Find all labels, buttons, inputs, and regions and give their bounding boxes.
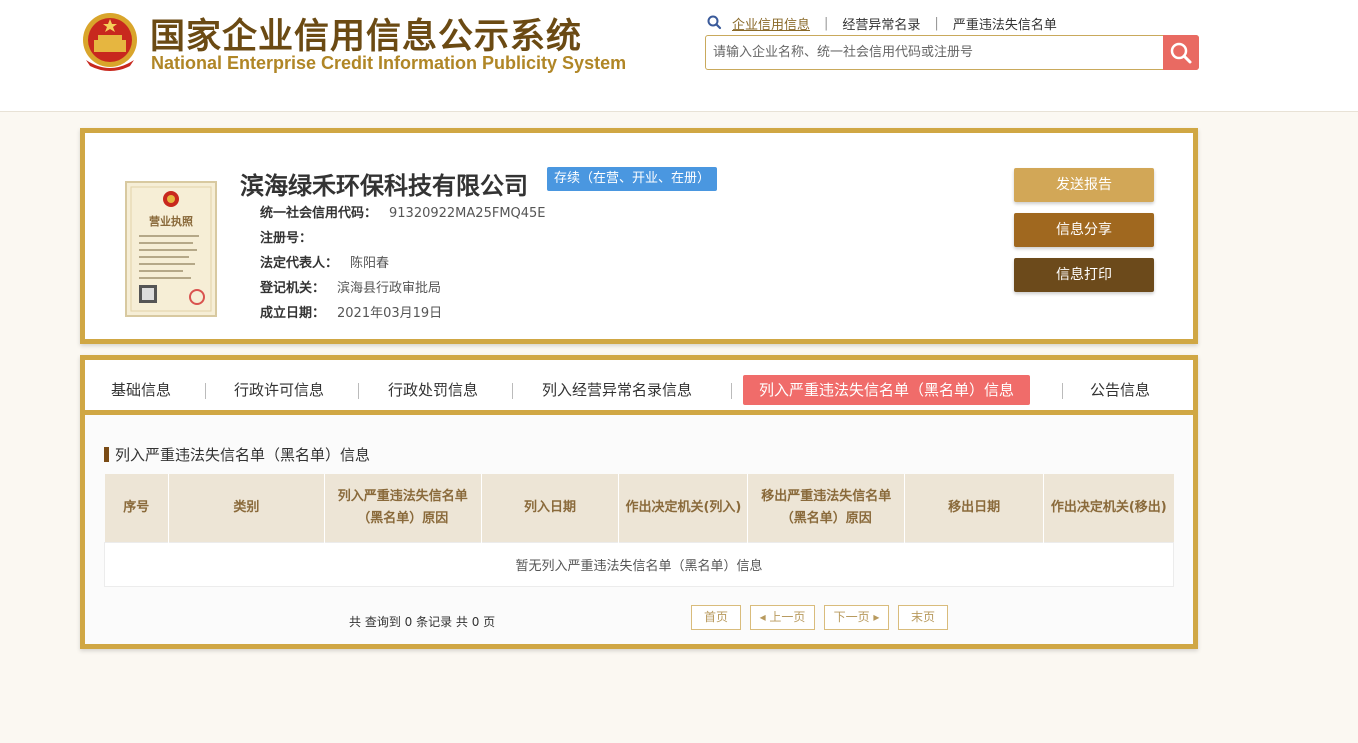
- site-header: 国家企业信用信息公示系统 National Enterprise Credit …: [0, 0, 1358, 112]
- tab-admin-penalty[interactable]: 行政处罚信息: [388, 375, 478, 405]
- top-links: 企业信用信息 | 经营异常名录 | 严重违法失信名单: [706, 13, 1057, 33]
- info-label: 登记机关：: [260, 281, 326, 296]
- info-row-reg-number: 注册号：: [260, 226, 546, 251]
- tab-divider: [731, 383, 732, 399]
- column-header: 作出决定机关(列入): [618, 474, 748, 542]
- info-row-founded: 成立日期： 2021年03月19日: [260, 301, 546, 326]
- search-box: [705, 35, 1199, 70]
- tab-divider: [205, 383, 206, 399]
- tabs-bar: 基础信息 行政许可信息 行政处罚信息 列入经营异常名录信息 列入严重违法失信名单…: [85, 360, 1193, 415]
- license-caption: 营业执照: [149, 214, 193, 228]
- tab-divider: [1062, 383, 1063, 399]
- tab-abnormal-list[interactable]: 列入经营异常名录信息: [542, 375, 692, 405]
- prev-page-button[interactable]: ◂ 上一页: [750, 605, 815, 630]
- blacklist-table: 序号 类别 列入严重违法失信名单（黑名单）原因 列入日期 作出决定机关(列入) …: [104, 474, 1174, 587]
- link-enterprise-credit[interactable]: 企业信用信息: [732, 14, 810, 33]
- search-icon: [1170, 42, 1192, 63]
- search-button[interactable]: [1163, 35, 1199, 70]
- info-value: 91320922MA25FMQ45E: [389, 206, 546, 221]
- column-header: 列入严重违法失信名单（黑名单）原因: [323, 474, 482, 542]
- first-page-button[interactable]: 首页: [691, 605, 741, 630]
- link-divider: |: [934, 15, 939, 31]
- link-abnormal-list[interactable]: 经营异常名录: [842, 14, 920, 33]
- site-title-cn: 国家企业信用信息公示系统: [150, 17, 583, 57]
- next-page-button[interactable]: 下一页 ▸: [824, 605, 889, 630]
- info-row-registry: 登记机关： 滨海县行政审批局: [260, 276, 546, 301]
- info-value: 2021年03月19日: [337, 306, 443, 321]
- search-icon: [707, 15, 722, 30]
- send-report-button[interactable]: 发送报告: [1014, 168, 1154, 202]
- link-divider: |: [824, 15, 829, 31]
- column-header: 作出决定机关(移出): [1043, 474, 1174, 542]
- tab-basic-info[interactable]: 基础信息: [111, 375, 171, 405]
- link-blacklist[interactable]: 严重违法失信名单: [953, 14, 1057, 33]
- table-row: 暂无列入严重违法失信名单（黑名单）信息: [104, 541, 1174, 587]
- info-row-credit-code: 统一社会信用代码： 91320922MA25FMQ45E: [260, 201, 546, 226]
- info-label: 统一社会信用代码：: [260, 206, 378, 221]
- print-info-button[interactable]: 信息打印: [1014, 258, 1154, 292]
- share-info-button[interactable]: 信息分享: [1014, 213, 1154, 247]
- business-license-image: 营业执照: [125, 181, 217, 317]
- tab-divider: [358, 383, 359, 399]
- next-page-label: 下一页: [833, 610, 870, 624]
- company-info-list: 统一社会信用代码： 91320922MA25FMQ45E 注册号： 法定代表人： 陈…: [260, 201, 546, 326]
- table-header-row: 序号 类别 列入严重违法失信名单（黑名单）原因 列入日期 作出决定机关(列入) …: [104, 474, 1174, 542]
- national-emblem-icon: [83, 13, 137, 71]
- tab-admin-license[interactable]: 行政许可信息: [234, 375, 324, 405]
- pager-info: 共 查询到 0 条记录 共 0 页: [349, 615, 496, 629]
- column-header: 类别: [167, 474, 325, 542]
- status-badge: 存续（在营、开业、在册）: [547, 167, 718, 191]
- company-name: 滨海绿禾环保科技有限公司: [240, 172, 528, 200]
- chevron-right-icon: ▸: [869, 610, 880, 624]
- column-header: 移出日期: [904, 474, 1044, 542]
- company-card: 营业执照 滨海绿禾环保科技有限公司 存续（在营、开业、在册） 统一社会信用代码：…: [80, 128, 1198, 344]
- column-header: 序号: [104, 474, 169, 542]
- tab-divider: [512, 383, 513, 399]
- chevron-left-icon: ◂: [759, 610, 770, 624]
- site-title-en: National Enterprise Credit Information P…: [151, 53, 627, 73]
- prev-page-label: 上一页: [769, 610, 806, 624]
- last-page-button[interactable]: 末页: [898, 605, 948, 630]
- info-value: 滨海县行政审批局: [337, 281, 442, 296]
- empty-table-message: 暂无列入严重违法失信名单（黑名单）信息: [104, 541, 1174, 587]
- section-title: 列入严重违法失信名单（黑名单）信息: [104, 445, 370, 465]
- column-header: 列入日期: [480, 474, 619, 542]
- info-row-legal-rep: 法定代表人： 陈阳春: [260, 251, 546, 276]
- column-header: 移出严重违法失信名单（黑名单）原因: [747, 474, 905, 542]
- info-label: 注册号：: [260, 231, 313, 246]
- info-label: 法定代表人：: [260, 256, 339, 271]
- tab-announcements[interactable]: 公告信息: [1090, 375, 1150, 405]
- info-value: 陈阳春: [350, 256, 390, 271]
- search-input[interactable]: [706, 36, 1164, 69]
- tab-blacklist[interactable]: 列入严重违法失信名单（黑名单）信息: [743, 375, 1031, 405]
- info-label: 成立日期：: [260, 306, 326, 321]
- detail-card: 基础信息 行政许可信息 行政处罚信息 列入经营异常名录信息 列入严重违法失信名单…: [80, 355, 1198, 649]
